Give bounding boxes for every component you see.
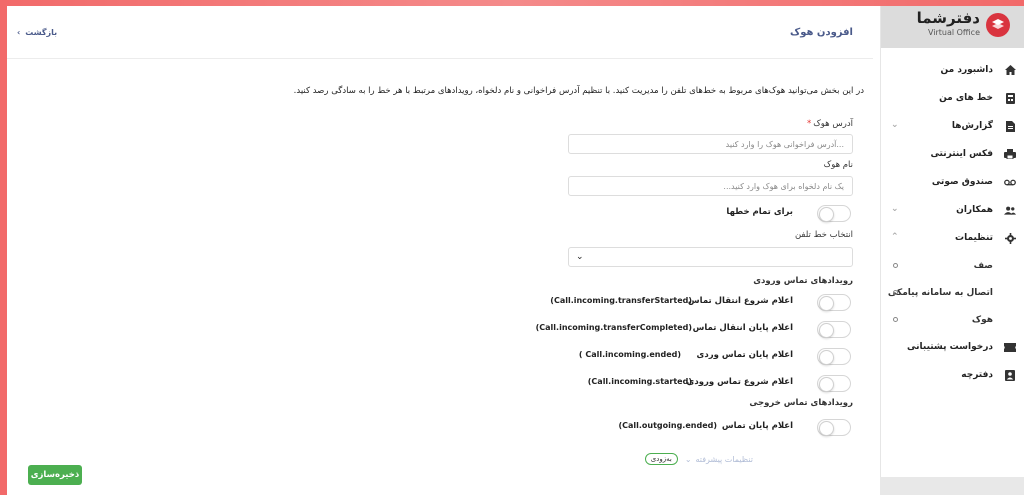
home-icon [1004, 64, 1016, 76]
address-placeholder: ...آدرس فراخوانی هوک را وارد کنید [725, 139, 844, 149]
address-label: آدرس هوک* [806, 119, 853, 129]
sidebar-item-label: داشبورد من [940, 65, 993, 75]
coming-soon-badge: به‌زودی [644, 453, 678, 465]
name-input[interactable]: یک نام دلخواه برای هوک وارد کنید... [568, 176, 853, 196]
event-code: (Call.incoming.started) [587, 377, 692, 386]
sidebar-item-label: فکس اینترنتی [930, 149, 993, 159]
line-select-label: انتخاب خط تلفن [794, 230, 853, 240]
event-label: اعلام پایان انتقال تماس [692, 323, 793, 333]
sidebar-subitem-hook[interactable]: هوک [881, 306, 1024, 333]
contacts-icon [1004, 369, 1016, 381]
all-lines-row: برای تمام خطها [7, 203, 853, 223]
event-row: اعلام پایان تماس وردی ( Call.incoming.en… [7, 346, 853, 366]
event-label: اعلام پایان تماس وردی [696, 350, 793, 360]
event-code: (Call.incoming.transferStarted) [550, 296, 692, 305]
event-row: اعلام شروع تماس ورودی (Call.incoming.sta… [7, 373, 853, 393]
sidebar-item-label: تنظیمات [955, 233, 993, 243]
sidebar-subitem-label: اتصال به سامانه پیامکی [887, 287, 993, 298]
save-button[interactable]: ذخیره‌سازی [28, 465, 82, 485]
people-icon [1004, 204, 1016, 216]
bullet-icon [893, 317, 898, 322]
sidebar-item-voicemail[interactable]: صندوق صوتی [881, 168, 1024, 196]
phone-line-icon [1004, 92, 1016, 104]
event-label: اعلام شروع تماس ورودی [686, 377, 793, 387]
event-code: ( Call.incoming.ended) [578, 350, 681, 359]
sidebar-subitem-sms[interactable]: اتصال به سامانه پیامکی [881, 279, 1024, 306]
bullet-icon [893, 290, 898, 295]
chevron-down-icon: ⌄ [891, 120, 899, 130]
main-panel: افزودن هوک بازگشت › در این بخش می‌توانید… [7, 6, 873, 495]
app-frame: دفترشما Virtual Office داشبورد من خط های… [7, 6, 1024, 495]
sidebar-item-dashboard[interactable]: داشبورد من [881, 56, 1024, 84]
hook-form: آدرس هوک* ...آدرس فراخوانی هوک را وارد ک… [7, 6, 853, 495]
event-row: اعلام پایان انتقال تماس (Call.incoming.t… [7, 319, 853, 339]
sidebar-subitem-label: هوک [971, 314, 993, 325]
sidebar: دفترشما Virtual Office داشبورد من خط های… [880, 6, 1024, 495]
event-label: اعلام پایان تماس [721, 421, 793, 431]
sidebar-item-reports[interactable]: گزارش‌ها ⌄ [881, 112, 1024, 140]
chevron-down-icon: ⌄ [891, 204, 899, 214]
sidebar-item-label: گزارش‌ها [951, 121, 993, 131]
sidebar-item-label: خط های من [939, 93, 993, 103]
event-toggle[interactable] [817, 321, 851, 338]
sidebar-subitem-label: صف [973, 260, 993, 271]
required-marker: * [806, 119, 812, 129]
brand-subtitle: Virtual Office [927, 28, 980, 37]
advanced-settings-toggle[interactable]: تنظیمات پیشرفته ⌄ به‌زودی [644, 453, 753, 465]
sidebar-footer [880, 477, 1024, 495]
bullet-icon [893, 263, 898, 268]
sidebar-item-support[interactable]: درخواست پشتیبانی [881, 333, 1024, 361]
sidebar-menu: داشبورد من خط های من گزارش‌ها ⌄ فکس این [881, 48, 1024, 389]
chevron-up-icon: ⌃ [891, 232, 899, 242]
name-placeholder: یک نام دلخواه برای هوک وارد کنید... [723, 181, 844, 191]
event-toggle[interactable] [817, 348, 851, 365]
sidebar-item-label: صندوق صوتی [931, 177, 993, 187]
sidebar-item-label: همکاران [956, 205, 993, 215]
event-label: اعلام شروع انتقال تماس [687, 296, 793, 306]
brand-logo[interactable]: دفترشما Virtual Office [881, 6, 1024, 48]
sidebar-item-fax[interactable]: فکس اینترنتی [881, 140, 1024, 168]
sidebar-item-label: درخواست پشتیبانی [907, 342, 993, 352]
event-code: (Call.incoming.transferCompleted) [535, 323, 692, 332]
fax-icon [1004, 148, 1016, 160]
event-row: اعلام پایان تماس (Call.outgoing.ended) [7, 417, 853, 437]
incoming-events-title: رویدادهای تماس ورودی [753, 276, 853, 286]
voicemail-icon [1004, 176, 1016, 188]
address-input[interactable]: ...آدرس فراخوانی هوک را وارد کنید [568, 134, 853, 154]
event-toggle[interactable] [817, 419, 851, 436]
advanced-settings-label: تنظیمات پیشرفته [695, 454, 753, 464]
event-row: اعلام شروع انتقال تماس (Call.incoming.tr… [7, 292, 853, 312]
sidebar-item-settings[interactable]: تنظیمات ⌃ [881, 224, 1024, 252]
sidebar-item-colleagues[interactable]: همکاران ⌄ [881, 196, 1024, 224]
line-select[interactable]: ⌄ [568, 247, 853, 267]
report-icon [1004, 120, 1016, 132]
name-label: نام هوک [823, 160, 853, 170]
logo-mark-icon [986, 13, 1010, 37]
sidebar-item-contacts[interactable]: دفترچه [881, 361, 1024, 389]
sidebar-subitem-queue[interactable]: صف [881, 252, 1024, 279]
sidebar-item-my-lines[interactable]: خط های من [881, 84, 1024, 112]
outgoing-events-title: رویدادهای تماس خروجی [749, 398, 853, 408]
sidebar-item-label: دفترچه [961, 370, 993, 380]
event-toggle[interactable] [817, 375, 851, 392]
brand-name: دفترشما [916, 9, 980, 27]
all-lines-label: برای تمام خطها [726, 207, 793, 217]
gear-icon [1004, 232, 1016, 244]
all-lines-toggle[interactable] [817, 205, 851, 222]
chevron-down-icon: ⌄ [576, 252, 584, 262]
chevron-down-icon: ⌄ [684, 454, 692, 464]
ticket-icon [1004, 341, 1016, 353]
event-code: (Call.outgoing.ended) [618, 421, 717, 430]
event-toggle[interactable] [817, 294, 851, 311]
